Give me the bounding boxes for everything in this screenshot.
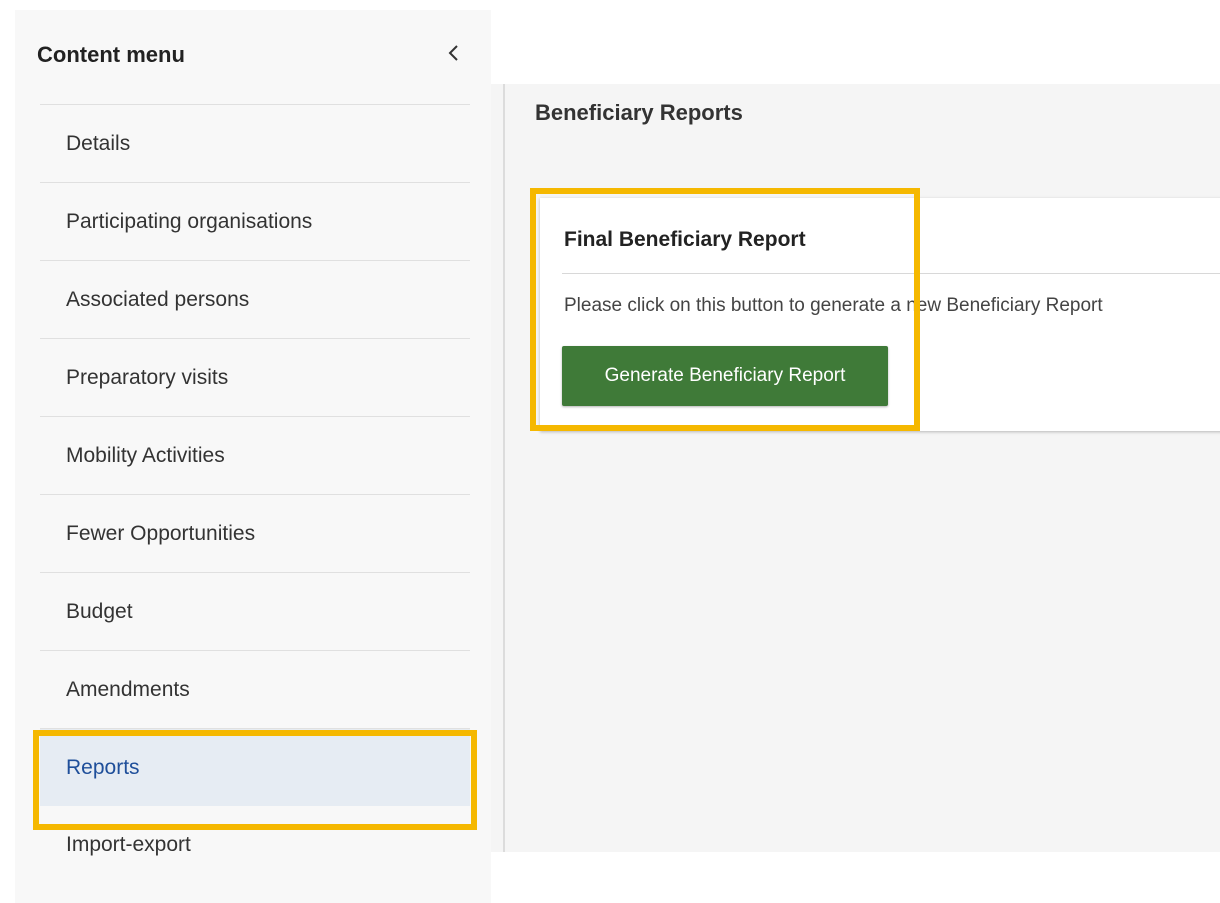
content-menu-list: Details Participating organisations Asso… [40,104,470,884]
menu-item-label: Budget [66,599,133,623]
generate-beneficiary-report-button[interactable]: Generate Beneficiary Report [562,346,888,406]
menu-item-label: Amendments [66,677,190,701]
content-divider [503,84,505,852]
menu-item-amendments[interactable]: Amendments [40,650,470,728]
final-beneficiary-report-card: Final Beneficiary Report Please click on… [540,198,1220,431]
menu-item-label: Preparatory visits [66,365,229,389]
sidebar-title: Content menu [37,42,185,67]
card-divider [562,273,1220,274]
menu-item-label: Fewer Opportunities [66,521,256,545]
menu-item-label: Participating organisations [66,209,313,233]
menu-item-label: Associated persons [66,287,250,311]
menu-item-mobility-activities[interactable]: Mobility Activities [40,416,470,494]
sidebar-header: Content menu [15,10,491,104]
page-title: Beneficiary Reports [535,100,743,125]
menu-item-budget[interactable]: Budget [40,572,470,650]
menu-item-label: Import-export [66,833,191,856]
menu-item-reports[interactable]: Reports [40,728,470,806]
menu-item-associated-persons[interactable]: Associated persons [40,260,470,338]
menu-item-label: Details [66,131,131,155]
card-description: Please click on this button to generate … [564,295,1103,316]
menu-item-import-export[interactable]: Import-export [40,806,470,884]
menu-item-fewer-opportunities[interactable]: Fewer Opportunities [40,494,470,572]
menu-item-participating-organisations[interactable]: Participating organisations [40,182,470,260]
menu-item-details[interactable]: Details [40,104,470,182]
menu-item-label: Reports [66,755,140,779]
menu-item-label: Mobility Activities [66,443,225,467]
collapse-sidebar-button[interactable] [439,38,469,68]
menu-item-preparatory-visits[interactable]: Preparatory visits [40,338,470,416]
card-title: Final Beneficiary Report [564,228,806,251]
chevron-left-icon [448,45,458,61]
